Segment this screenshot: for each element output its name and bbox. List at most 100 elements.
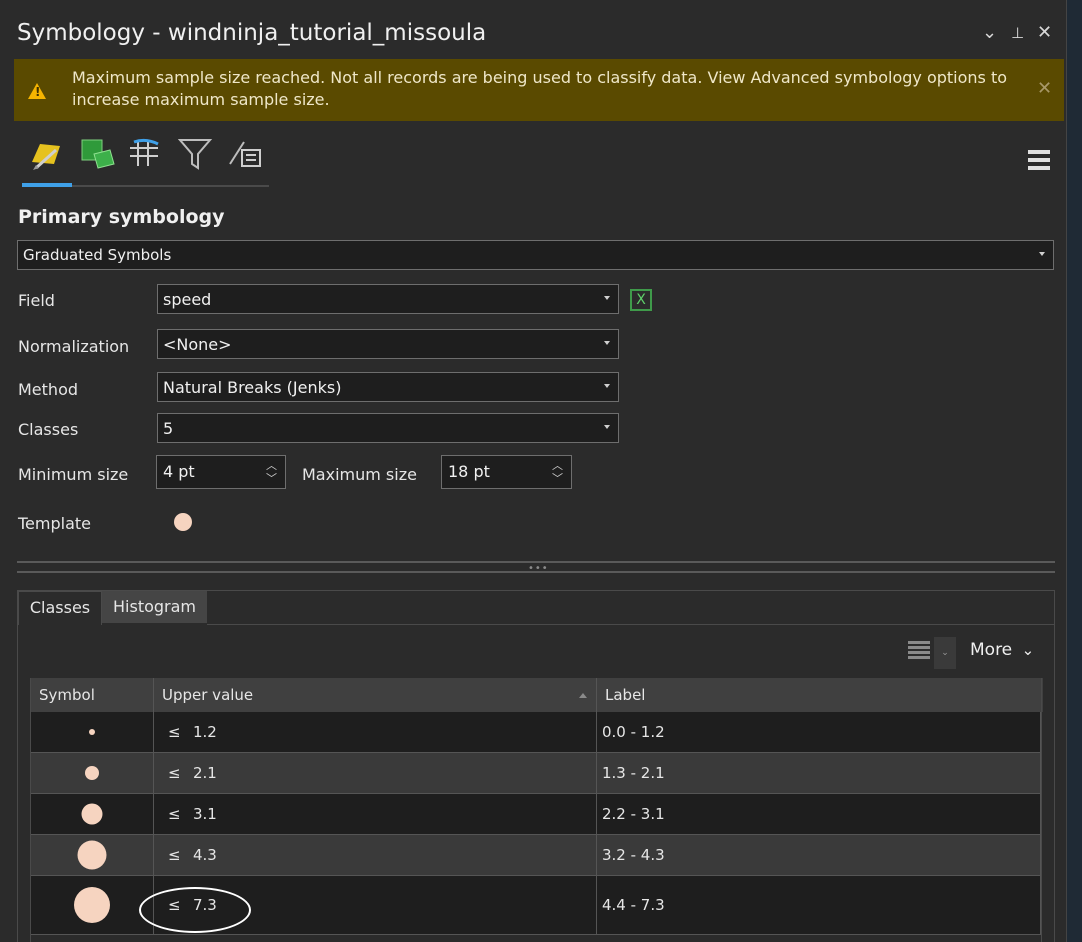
class-symbol[interactable] [74, 887, 110, 923]
maximum-size-spinner[interactable]: 18 pt ︿ ﹀ [441, 455, 572, 489]
active-tab-indicator [22, 183, 72, 187]
chevron-down-icon [604, 425, 610, 429]
table-row[interactable]: ≤3.1 2.2 - 3.1 [31, 794, 1041, 835]
symbol-cell[interactable] [31, 876, 154, 934]
symbology-pane: Symbology - windninja_tutorial_missoula … [0, 0, 1067, 942]
label-cell[interactable]: 3.2 - 4.3 [597, 835, 1041, 875]
menu-icon[interactable] [1028, 150, 1050, 170]
upper-value-cell[interactable]: ≤1.2 [154, 712, 597, 752]
method-value: Natural Breaks (Jenks) [163, 378, 342, 397]
class-label: 1.3 - 2.1 [602, 764, 665, 782]
class-label: 4.4 - 7.3 [602, 896, 665, 914]
label-cell[interactable]: 2.2 - 3.1 [597, 794, 1041, 834]
label-cell[interactable]: 1.3 - 2.1 [597, 753, 1041, 793]
class-symbol[interactable] [77, 840, 107, 870]
table-header: Symbol Upper value Label [31, 678, 1043, 712]
classes-value: 5 [163, 419, 174, 438]
symbol-cell[interactable] [31, 753, 154, 793]
upper-value-cell[interactable]: ≤4.3 [154, 835, 597, 875]
table-row[interactable]: ≤2.1 1.3 - 2.1 [31, 753, 1041, 794]
chevron-down-icon: ⌄ [1021, 641, 1035, 659]
normalization-dropdown[interactable]: <None> [157, 329, 619, 359]
template-symbol[interactable] [174, 513, 192, 531]
filter-icon[interactable] [177, 136, 214, 172]
column-header-label[interactable]: Label [597, 678, 1042, 712]
class-symbol[interactable] [89, 729, 95, 735]
display-filters-icon[interactable] [228, 136, 264, 172]
tab-classes[interactable]: Classes [18, 591, 102, 625]
chevron-down-icon [1039, 252, 1045, 256]
warning-icon-mark: ! [35, 85, 41, 99]
upper-value: 2.1 [193, 764, 217, 782]
class-label: 3.2 - 4.3 [602, 846, 665, 864]
field-dropdown[interactable]: speed [157, 284, 619, 314]
minimum-size-value: 4 pt [163, 462, 195, 481]
method-label: Method [18, 380, 79, 399]
class-symbol[interactable] [85, 766, 99, 780]
highlight-annotation [139, 887, 251, 933]
symbol-layer-drawing-icon[interactable] [128, 136, 164, 172]
spin-down-icon[interactable]: ﹀ [266, 473, 277, 484]
more-label: More [970, 640, 1013, 660]
column-header-symbol[interactable]: Symbol [31, 678, 154, 712]
class-label: 2.2 - 3.1 [602, 805, 665, 823]
less-equal-prefix: ≤ [168, 805, 181, 823]
maximum-size-value: 18 pt [448, 462, 490, 481]
symbology-type-value: Graduated Symbols [23, 246, 172, 264]
background-map-edge [1066, 0, 1082, 942]
label-cell[interactable]: 4.4 - 7.3 [597, 876, 1041, 934]
symbol-cell[interactable] [31, 712, 154, 752]
table-row[interactable]: ≤1.2 0.0 - 1.2 [31, 712, 1041, 753]
chevron-down-icon [604, 341, 610, 345]
table-row[interactable]: ≤4.3 3.2 - 4.3 [31, 835, 1041, 876]
less-equal-prefix: ≤ [168, 764, 181, 782]
label-cell[interactable]: 0.0 - 1.2 [597, 712, 1041, 752]
spin-up-icon[interactable]: ︿ [266, 460, 277, 471]
sort-ascending-icon [579, 693, 587, 698]
column-header-upper-value[interactable]: Upper value [154, 678, 597, 712]
class-symbol[interactable] [81, 803, 103, 825]
pane-options-dropdown-icon[interactable]: ⌄ [982, 22, 997, 43]
classes-label: Classes [18, 420, 79, 439]
dismiss-warning-icon[interactable]: ✕ [1037, 78, 1052, 99]
method-dropdown[interactable]: Natural Breaks (Jenks) [157, 372, 619, 402]
symbology-type-dropdown[interactable]: Graduated Symbols [17, 240, 1054, 270]
field-value: speed [163, 290, 212, 309]
tab-strip-divider [207, 624, 1054, 625]
field-label: Field [18, 291, 55, 310]
primary-symbology-heading: Primary symbology [18, 206, 225, 228]
symbol-cell[interactable] [31, 835, 154, 875]
chevron-down-icon [604, 384, 610, 388]
table-border [1041, 678, 1042, 942]
warning-message: Maximum sample size reached. Not all rec… [72, 68, 1008, 109]
spin-down-icon[interactable]: ﹀ [552, 473, 563, 484]
expression-excel-icon[interactable]: X [630, 289, 652, 311]
less-equal-prefix: ≤ [168, 723, 181, 741]
normalization-label: Normalization [18, 337, 130, 356]
class-label: 0.0 - 1.2 [602, 723, 665, 741]
normalization-value: <None> [163, 335, 232, 354]
upper-value: 3.1 [193, 805, 217, 823]
pane-title: Symbology - windninja_tutorial_missoula [17, 20, 487, 46]
more-button[interactable]: More ⌄ [970, 640, 1034, 660]
pin-icon[interactable]: ⊥ [1011, 24, 1024, 42]
symbol-cell[interactable] [31, 794, 154, 834]
primary-symbology-icon[interactable] [28, 136, 64, 172]
tab-histogram[interactable]: Histogram [102, 591, 207, 623]
list-view-icon[interactable] [908, 641, 930, 659]
upper-value-cell[interactable]: ≤3.1 [154, 794, 597, 834]
template-label: Template [18, 514, 92, 533]
vary-symbology-icon[interactable] [80, 136, 116, 172]
spin-up-icon[interactable]: ︿ [552, 460, 563, 471]
maximum-size-label: Maximum size [302, 465, 417, 484]
close-pane-icon[interactable]: ✕ [1037, 22, 1052, 43]
minimum-size-label: Minimum size [18, 465, 129, 484]
upper-value-cell[interactable]: ≤2.1 [154, 753, 597, 793]
minimum-size-spinner[interactable]: 4 pt ︿ ﹀ [156, 455, 286, 489]
less-equal-prefix: ≤ [168, 846, 181, 864]
classes-dropdown[interactable]: 5 [157, 413, 619, 443]
chevron-down-icon [604, 296, 610, 300]
list-view-chevron-icon[interactable]: ⌄ [934, 637, 956, 669]
splitter-grip-icon[interactable]: ••• [528, 563, 549, 574]
upper-value: 4.3 [193, 846, 217, 864]
